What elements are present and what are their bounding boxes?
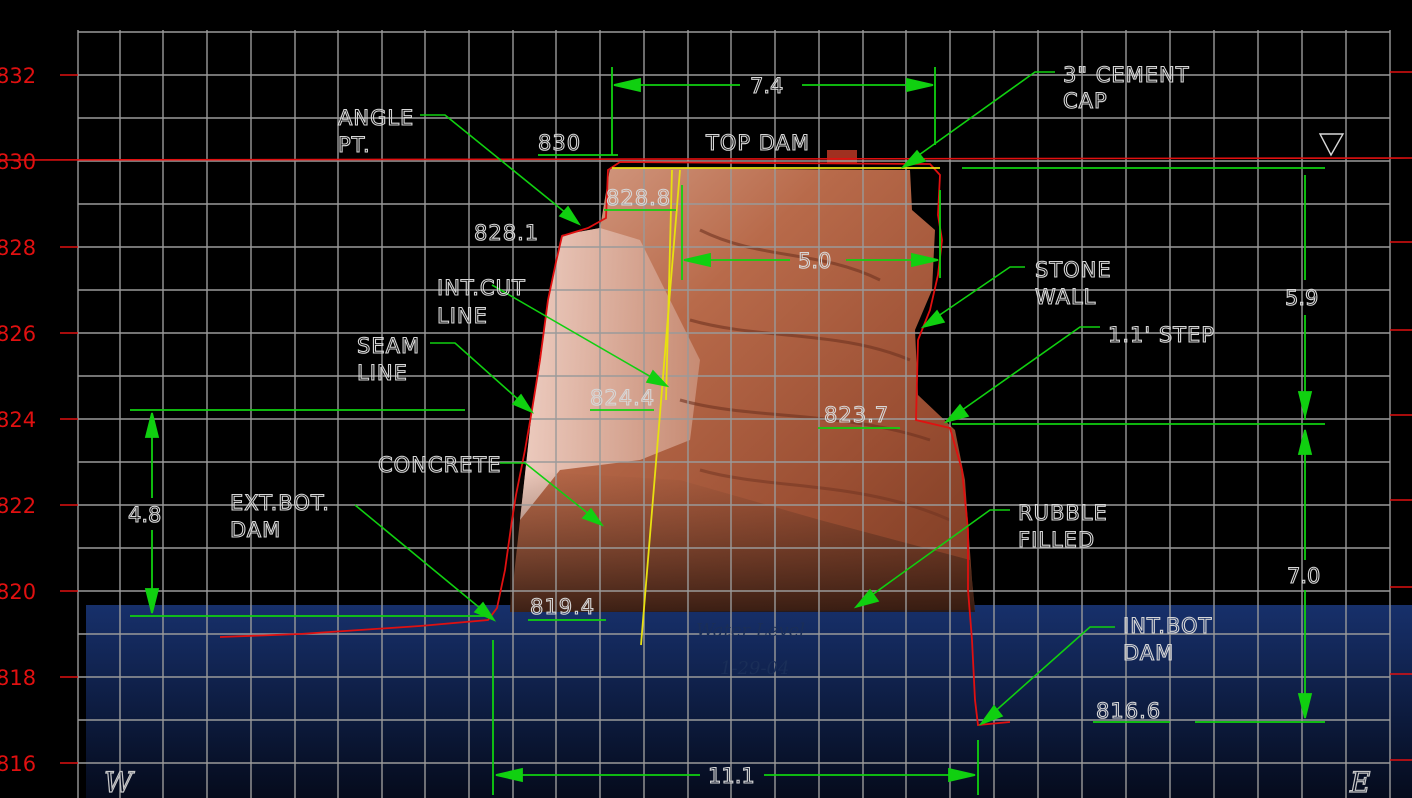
step-label: 1.1' STEP: [1108, 323, 1215, 347]
elevation-tick: 832: [0, 64, 36, 88]
dimension-left-height: 4.8: [128, 503, 161, 527]
cement-cap-label: 3" CEMENT: [1063, 63, 1190, 87]
int-bot-dam-label: INT.BOT: [1123, 614, 1212, 638]
concrete-label: CONCRETE: [378, 453, 502, 477]
elevation-axis: 832 830 828 826 824 822 820 818 816: [0, 64, 36, 776]
int-bot-dam-label: DAM: [1123, 641, 1174, 665]
water-level-label: Water Level: [696, 620, 805, 641]
dimension-base-width: 11.1: [708, 764, 755, 788]
west-label: W: [104, 766, 135, 798]
stone-wall-label: STONE: [1035, 258, 1112, 282]
rubble-filled-label: FILLED: [1018, 528, 1095, 552]
water-level-date: 1-29-04: [720, 658, 789, 679]
elevation-tick: 824: [0, 408, 36, 432]
angle-point-label: PT.: [338, 133, 371, 157]
top-dam-label: TOP DAM: [705, 131, 810, 155]
seam-line-label: LINE: [357, 361, 408, 385]
elevation-tick: 820: [0, 580, 36, 604]
elevation-823-7: 823.7: [824, 403, 889, 427]
dimension-right-upper: 5.9: [1285, 286, 1318, 310]
elevation-824-4: 824.4: [590, 386, 655, 410]
ext-bot-dam-label: EXT.BOT.: [230, 491, 330, 515]
elevation-tick: 818: [0, 666, 36, 690]
dimension-right-lower: 7.0: [1287, 564, 1320, 588]
dimension-top-width: 7.4: [750, 74, 783, 98]
east-label: E: [1349, 766, 1370, 798]
water-surface-marker: [1318, 133, 1345, 157]
elevation-tick: 826: [0, 322, 36, 346]
ext-bot-dam-label: DAM: [230, 518, 281, 542]
elevation-828-8: 828.8: [606, 186, 671, 210]
int-cut-line-label: INT.CUT: [437, 276, 526, 300]
elevation-tick: 830: [0, 150, 36, 174]
seam-line-label: SEAM: [357, 334, 420, 358]
elevation-828-1: 828.1: [474, 221, 539, 245]
dimension-inner-width: 5.0: [798, 249, 831, 273]
elevation-tick: 816: [0, 752, 36, 776]
elevation-816-6: 816.6: [1096, 699, 1161, 723]
int-cut-line-label: LINE: [437, 304, 488, 328]
dam-rock-body: [510, 150, 975, 612]
elevation-tick: 828: [0, 236, 36, 260]
cement-cap-label: CAP: [1063, 89, 1108, 113]
angle-point-label: ANGLE: [338, 106, 414, 130]
elevation-tick: 822: [0, 494, 36, 518]
elevation-830: 830: [538, 131, 581, 155]
elevation-819-4: 819.4: [530, 595, 595, 619]
dam-cross-section-diagram: 832 830 828 826 824 822 820 818 816 ANGL…: [0, 30, 1412, 798]
stone-wall-label: WALL: [1035, 285, 1096, 309]
rubble-filled-label: RUBBLE: [1018, 501, 1108, 525]
